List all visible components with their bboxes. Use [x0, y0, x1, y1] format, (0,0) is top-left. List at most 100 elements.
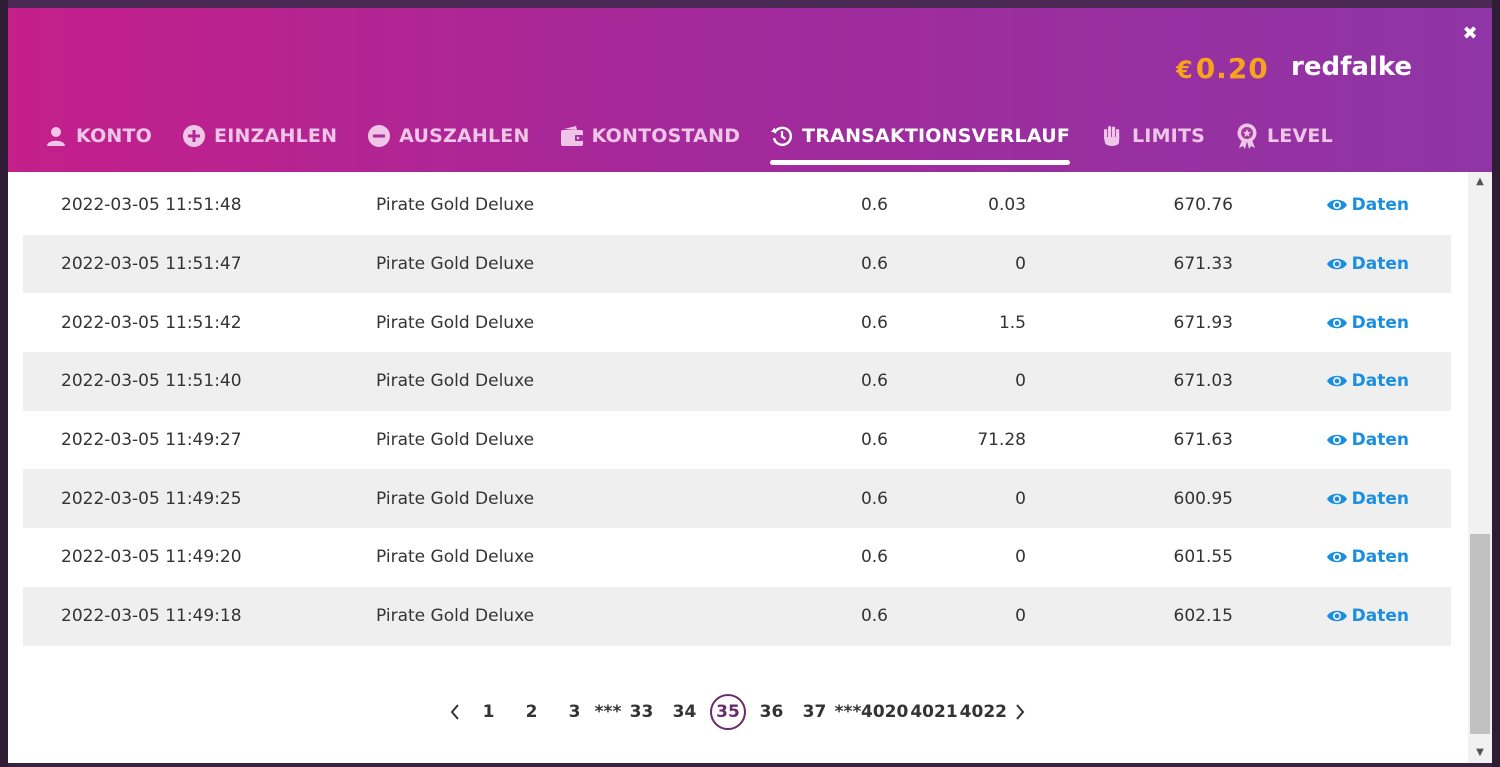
details-link-label: Daten	[1351, 547, 1409, 568]
scroll-up-arrow[interactable]: ▲	[1468, 172, 1492, 190]
eye-icon	[1326, 315, 1348, 331]
user-icon	[44, 124, 68, 148]
table-row: 2022-03-05 11:49:18 Pirate Gold Deluxe 0…	[23, 586, 1451, 646]
details-link[interactable]: Daten	[1233, 254, 1409, 274]
eye-icon	[1326, 256, 1348, 272]
date-cell: 2022-03-05 11:49:25	[61, 488, 242, 509]
game-cell: Pirate Gold Deluxe	[376, 371, 535, 392]
page-button[interactable]: 37	[793, 694, 836, 730]
win-cell: 0	[1015, 254, 1026, 275]
modal-header: ✖ €0.20 redfalke KONTO EINZAHLEN AUSZAHL	[8, 8, 1492, 172]
page-button[interactable]: 34	[663, 694, 706, 730]
tab-auszahlen[interactable]: AUSZAHLEN	[367, 116, 529, 156]
close-button[interactable]: ✖	[1460, 24, 1480, 44]
tab-label: LIMITS	[1132, 125, 1205, 147]
table-row: 2022-03-05 11:49:25 Pirate Gold Deluxe 0…	[23, 469, 1451, 529]
page-button[interactable]: 2	[510, 694, 553, 730]
details-link[interactable]: Daten	[1233, 371, 1409, 391]
eye-icon	[1326, 549, 1348, 565]
page-button[interactable]: 4021	[909, 702, 958, 722]
transactions-table: 2022-03-05 11:51:48 Pirate Gold Deluxe 0…	[23, 176, 1451, 646]
bet-cell: 0.6	[860, 547, 888, 568]
tab-konto[interactable]: KONTO	[44, 116, 152, 156]
account-tabs: KONTO EINZAHLEN AUSZAHLEN KONTOSTAND TRA…	[44, 116, 1333, 166]
win-cell: 0	[1015, 547, 1026, 568]
date-cell: 2022-03-05 11:51:40	[61, 371, 242, 392]
details-link[interactable]: Daten	[1233, 430, 1409, 450]
tab-label: KONTOSTAND	[591, 125, 741, 147]
details-link-label: Daten	[1351, 606, 1409, 627]
scrollbar-thumb[interactable]	[1470, 534, 1490, 734]
details-link[interactable]: Daten	[1233, 313, 1409, 333]
game-cell: Pirate Gold Deluxe	[376, 606, 535, 627]
balance-cell: 670.76	[1173, 195, 1233, 216]
details-link[interactable]: Daten	[1233, 547, 1409, 567]
current-page-button[interactable]: 35	[710, 694, 746, 730]
page-ellipsis: ***	[594, 702, 622, 722]
date-cell: 2022-03-05 11:49:18	[61, 606, 242, 627]
balance-cell: 671.63	[1173, 430, 1233, 451]
tab-transaktionsverlauf[interactable]: TRANSAKTIONSVERLAUF	[770, 116, 1070, 165]
username: redfalke	[1291, 52, 1413, 82]
game-cell: Pirate Gold Deluxe	[376, 488, 535, 509]
details-link[interactable]: Daten	[1233, 606, 1409, 626]
tab-label: AUSZAHLEN	[399, 125, 530, 147]
balance-display: €0.20	[1176, 52, 1269, 85]
eye-icon	[1326, 491, 1348, 507]
prev-page-button[interactable]	[443, 694, 467, 730]
balance-amount: 0.20	[1195, 52, 1269, 85]
win-cell: 0	[1015, 371, 1026, 392]
balance-cell: 602.15	[1173, 606, 1233, 627]
bet-cell: 0.6	[860, 430, 888, 451]
details-link[interactable]: Daten	[1233, 195, 1409, 215]
tab-label: TRANSAKTIONSVERLAUF	[802, 125, 1070, 147]
details-link[interactable]: Daten	[1233, 489, 1409, 509]
game-cell: Pirate Gold Deluxe	[376, 430, 535, 451]
badge-icon	[1235, 123, 1259, 149]
game-cell: Pirate Gold Deluxe	[376, 254, 535, 275]
scroll-down-arrow[interactable]: ▼	[1468, 743, 1492, 761]
eye-icon	[1326, 197, 1348, 213]
tab-limits[interactable]: LIMITS	[1100, 116, 1205, 156]
page-button[interactable]: 4020	[860, 702, 909, 722]
page-button[interactable]: 33	[620, 694, 663, 730]
page-button[interactable]: 1	[467, 694, 510, 730]
chevron-right-icon	[1016, 704, 1025, 720]
chevron-left-icon	[450, 704, 459, 720]
balance-cell: 600.95	[1173, 488, 1233, 509]
minus-circle-icon	[367, 124, 391, 148]
next-page-button[interactable]	[1008, 694, 1032, 730]
page-ellipsis: ***	[834, 702, 862, 722]
date-cell: 2022-03-05 11:51:47	[61, 254, 242, 275]
eye-icon	[1326, 373, 1348, 389]
eye-icon	[1326, 608, 1348, 624]
balance-cell: 601.55	[1173, 547, 1233, 568]
page-button[interactable]: 3	[553, 694, 596, 730]
bet-cell: 0.6	[860, 488, 888, 509]
balance-cell: 671.93	[1173, 312, 1233, 333]
date-cell: 2022-03-05 11:49:27	[61, 430, 242, 451]
date-cell: 2022-03-05 11:51:48	[61, 195, 242, 216]
balance-cell: 671.33	[1173, 254, 1233, 275]
table-row: 2022-03-05 11:51:42 Pirate Gold Deluxe 0…	[23, 293, 1451, 352]
tab-einzahlen[interactable]: EINZAHLEN	[182, 116, 337, 156]
details-link-label: Daten	[1351, 195, 1409, 216]
page-button[interactable]: 36	[750, 694, 793, 730]
win-cell: 1.5	[998, 312, 1026, 333]
tab-kontostand[interactable]: KONTOSTAND	[560, 116, 741, 156]
table-row: 2022-03-05 11:49:27 Pirate Gold Deluxe 0…	[23, 411, 1451, 470]
bet-cell: 0.6	[860, 606, 888, 627]
win-cell: 0	[1015, 488, 1026, 509]
tab-label: EINZAHLEN	[214, 125, 338, 147]
date-cell: 2022-03-05 11:51:42	[61, 312, 242, 333]
transaction-history-panel: 2022-03-05 11:51:48 Pirate Gold Deluxe 0…	[8, 172, 1492, 763]
bet-cell: 0.6	[860, 254, 888, 275]
eye-icon	[1326, 432, 1348, 448]
bet-cell: 0.6	[860, 371, 888, 392]
details-link-label: Daten	[1351, 488, 1409, 509]
page-button[interactable]: 4022	[959, 702, 1008, 722]
table-row: 2022-03-05 11:49:20 Pirate Gold Deluxe 0…	[23, 528, 1451, 587]
table-row: 2022-03-05 11:51:47 Pirate Gold Deluxe 0…	[23, 234, 1451, 294]
balance-cell: 671.03	[1173, 371, 1233, 392]
tab-level[interactable]: LEVEL	[1235, 116, 1333, 156]
